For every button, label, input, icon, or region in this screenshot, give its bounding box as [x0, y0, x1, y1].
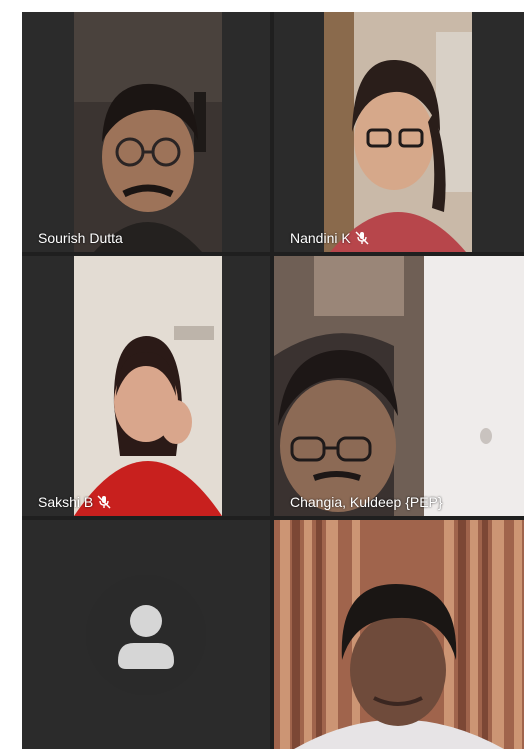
participant-tile-sourish-dutta[interactable]: Sourish Dutta [22, 12, 270, 252]
participant-tile-camera-off[interactable] [22, 520, 270, 749]
participant-tile-sakshi-b[interactable]: Sakshi B [22, 256, 270, 516]
participant-video [74, 12, 222, 252]
participant-name: Sakshi B [38, 494, 94, 510]
participant-name: Sourish Dutta [38, 230, 123, 246]
participant-name: Changia, Kuldeep {PEP} [290, 494, 443, 510]
video-call-grid: Sourish Dutta Nandini K Sakshi B Changia… [22, 12, 524, 749]
participant-name: Nandini K [290, 230, 351, 246]
participant-video [324, 12, 472, 252]
participant-tile-nandini-k[interactable]: Nandini K [274, 12, 524, 252]
participant-name-label: Sourish Dutta [22, 227, 129, 252]
person-avatar-icon [86, 574, 206, 695]
participant-name-label: Changia, Kuldeep {PEP} [274, 491, 449, 516]
mic-off-icon [355, 231, 369, 245]
participant-tile-unnamed[interactable] [274, 520, 524, 749]
participant-video [274, 256, 524, 516]
participant-video [274, 520, 524, 749]
participant-name-label: Sakshi B [22, 491, 117, 516]
participant-name-label: Nandini K [274, 227, 375, 252]
participant-video [74, 256, 222, 516]
mic-off-icon [97, 495, 111, 509]
participant-tile-changia-kuldeep[interactable]: Changia, Kuldeep {PEP} [274, 256, 524, 516]
